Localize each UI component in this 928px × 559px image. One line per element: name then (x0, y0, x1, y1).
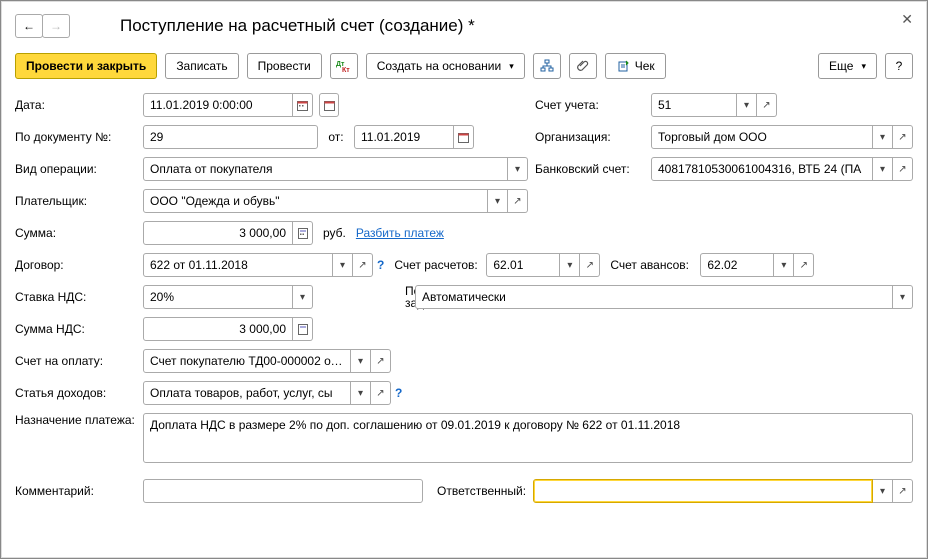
optype-input[interactable]: Оплата от покупателя (143, 157, 508, 181)
bankacc-open[interactable]: ↗ (893, 157, 913, 181)
amount-calc[interactable] (293, 221, 313, 245)
calculator-icon (298, 324, 308, 335)
calendar-icon (297, 100, 308, 111)
structure-button[interactable] (533, 53, 561, 79)
payer-label: Плательщик: (15, 194, 143, 208)
titlebar: ← → Поступление на расчетный счет (созда… (15, 11, 913, 41)
optype-dropdown[interactable]: ▾ (508, 157, 528, 181)
income-open[interactable]: ↗ (371, 381, 391, 405)
responsible-input[interactable] (533, 479, 873, 503)
purpose-label: Назначение платежа: (15, 413, 143, 427)
split-payment-link[interactable]: Разбить платеж (356, 226, 444, 240)
invoice-label: Счет на оплату: (15, 354, 143, 368)
debt-dropdown[interactable]: ▾ (893, 285, 913, 309)
currency-label: руб. (323, 226, 346, 240)
contract-open[interactable]: ↗ (353, 253, 373, 277)
account-dropdown[interactable]: ▾ (737, 93, 757, 117)
optype-label: Вид операции: (15, 162, 143, 176)
org-open[interactable]: ↗ (893, 125, 913, 149)
amount-label: Сумма: (15, 226, 143, 240)
income-input[interactable]: Оплата товаров, работ, услуг, сы (143, 381, 351, 405)
page-title: Поступление на расчетный счет (создание)… (120, 16, 475, 36)
responsible-open[interactable]: ↗ (893, 479, 913, 503)
check-button[interactable]: Чек (605, 53, 666, 79)
docdate-input[interactable]: 11.01.2019 (354, 125, 454, 149)
bankacc-dropdown[interactable]: ▾ (873, 157, 893, 181)
docno-label: По документу №: (15, 130, 143, 144)
vatrate-label: Ставка НДС: (15, 290, 143, 304)
vatrate-dropdown[interactable]: ▾ (293, 285, 313, 309)
from-label: от: (318, 130, 354, 144)
bankacc-input[interactable]: 40817810530061004316, ВТБ 24 (ПА (651, 157, 873, 181)
vatamount-calc[interactable] (293, 317, 313, 341)
org-input[interactable]: Торговый дом ООО (651, 125, 873, 149)
docno-input[interactable]: 29 (143, 125, 318, 149)
comment-input[interactable] (143, 479, 423, 503)
contract-input[interactable]: 622 от 01.11.2018 (143, 253, 333, 277)
create-based-button[interactable]: Создать на основании (366, 53, 525, 79)
invoice-input[interactable]: Счет покупателю ТД00-000002 от 1 (143, 349, 351, 373)
date-picker-button[interactable] (293, 93, 313, 117)
account-label: Счет учета: (535, 98, 651, 112)
advance-open[interactable]: ↗ (794, 253, 814, 277)
advance-label: Счет авансов: (600, 258, 700, 272)
invoice-open[interactable]: ↗ (371, 349, 391, 373)
purpose-input[interactable] (143, 413, 913, 463)
back-button[interactable]: ← (15, 14, 43, 38)
calendar-icon (324, 100, 335, 111)
amount-input[interactable]: 3 000,00 (143, 221, 293, 245)
responsible-label: Ответственный: (423, 484, 533, 498)
toolbar: Провести и закрыть Записать Провести ДтК… (15, 53, 913, 79)
calendar-icon (458, 132, 469, 143)
debt-input[interactable]: Автоматически (415, 285, 893, 309)
svg-text:Кт: Кт (342, 67, 350, 73)
settle-label: Счет расчетов: (384, 258, 486, 272)
payer-open[interactable]: ↗ (508, 189, 528, 213)
contract-label: Договор: (15, 258, 143, 272)
payer-input[interactable]: ООО "Одежда и обувь" (143, 189, 488, 213)
responsible-dropdown[interactable]: ▾ (873, 479, 893, 503)
contract-help[interactable]: ? (377, 258, 384, 272)
more-button[interactable]: Еще (818, 53, 877, 79)
income-dropdown[interactable]: ▾ (351, 381, 371, 405)
dtkt-button[interactable]: ДтКт (330, 53, 358, 79)
account-open[interactable]: ↗ (757, 93, 777, 117)
settle-input[interactable]: 62.01 (486, 253, 560, 277)
comment-label: Комментарий: (15, 484, 143, 498)
main-window: ← → Поступление на расчетный счет (созда… (0, 0, 928, 559)
payer-dropdown[interactable]: ▾ (488, 189, 508, 213)
forward-button[interactable]: → (42, 14, 70, 38)
bankacc-label: Банковский счет: (535, 162, 651, 176)
contract-dropdown[interactable]: ▾ (333, 253, 353, 277)
advance-dropdown[interactable]: ▾ (774, 253, 794, 277)
calculator-icon (298, 228, 308, 239)
settle-dropdown[interactable]: ▾ (560, 253, 580, 277)
structure-icon (540, 59, 554, 73)
advance-input[interactable]: 62.02 (700, 253, 774, 277)
dtkt-icon: ДтКт (336, 59, 352, 73)
close-icon[interactable]: ✕ (901, 11, 913, 28)
income-label: Статья доходов: (15, 386, 143, 400)
vatamount-input[interactable]: 3 000,00 (143, 317, 293, 341)
attach-button[interactable] (569, 53, 597, 79)
post-button[interactable]: Провести (247, 53, 322, 79)
help-button[interactable]: ? (885, 53, 913, 79)
paperclip-icon (576, 59, 590, 73)
vatamount-label: Сумма НДС: (15, 322, 143, 336)
post-and-close-button[interactable]: Провести и закрыть (15, 53, 157, 79)
date-label: Дата: (15, 98, 143, 112)
receipt-icon (616, 59, 630, 73)
account-input[interactable]: 51 (651, 93, 737, 117)
invoice-dropdown[interactable]: ▾ (351, 349, 371, 373)
vatrate-input[interactable]: 20% (143, 285, 293, 309)
docdate-picker[interactable] (454, 125, 474, 149)
write-button[interactable]: Записать (165, 53, 238, 79)
income-help[interactable]: ? (395, 386, 402, 400)
debt-label: Погашение задолженности: (313, 285, 415, 309)
date-input[interactable]: 11.01.2019 0:00:00 (143, 93, 293, 117)
settle-open[interactable]: ↗ (580, 253, 600, 277)
org-dropdown[interactable]: ▾ (873, 125, 893, 149)
org-label: Организация: (535, 130, 651, 144)
date-extra-button[interactable] (319, 93, 339, 117)
